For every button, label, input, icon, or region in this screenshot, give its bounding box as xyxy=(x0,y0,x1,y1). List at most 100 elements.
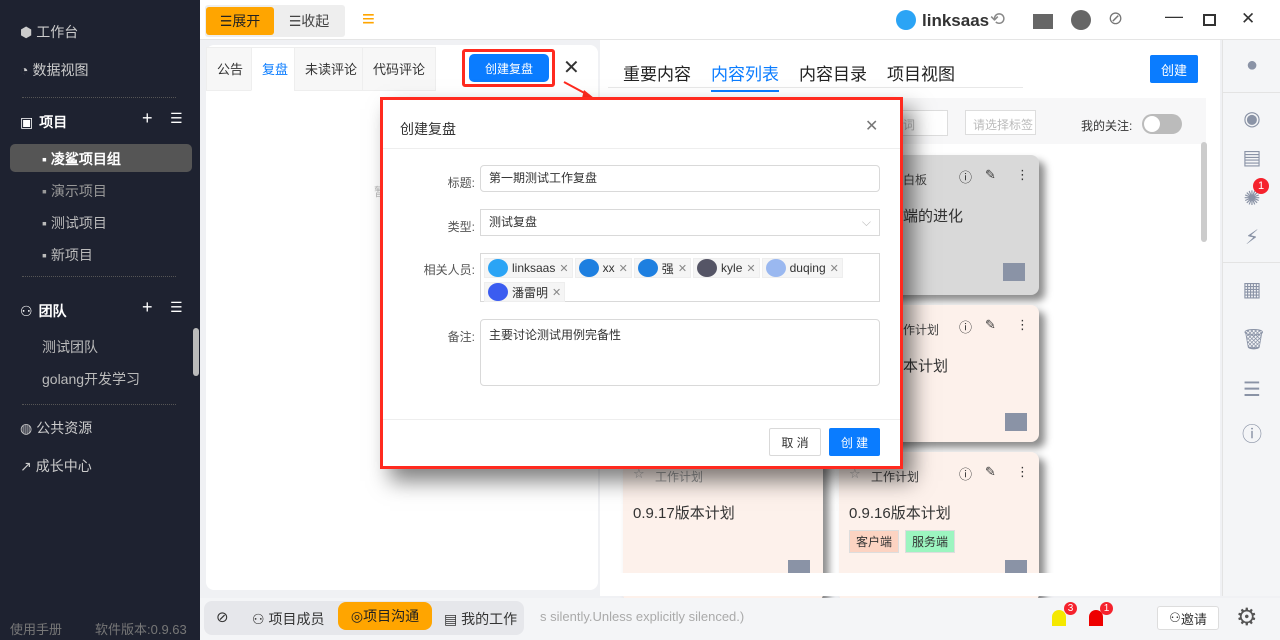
note-textarea[interactable]: 主要讨论测试用例完备性 xyxy=(480,319,880,386)
bug-badge: 1 xyxy=(1253,178,1269,194)
board-icon: ▣ xyxy=(20,113,34,130)
label: 项目 xyxy=(39,114,68,130)
create-button[interactable]: 创建 xyxy=(1150,55,1198,83)
follow-toggle[interactable] xyxy=(1142,114,1182,134)
title-input[interactable]: 第一期测试工作复盘 xyxy=(480,165,880,192)
scrollbar[interactable] xyxy=(1201,142,1207,242)
logout-icon[interactable]: ⟲ xyxy=(990,9,1005,30)
list-icon[interactable]: ☰ xyxy=(170,110,183,127)
members-select[interactable]: linksaas ✕ xx ✕ 强 ✕ kyle ✕ duqing ✕ 潘雷明 ✕ xyxy=(480,253,880,302)
add-project-icon[interactable]: + xyxy=(142,108,153,129)
divider xyxy=(22,404,176,405)
member-chip: 潘雷明 ✕ xyxy=(484,282,566,302)
members-button[interactable]: ⚇ 项目成员 xyxy=(252,609,324,629)
info-icon[interactable]: ⓘ xyxy=(1241,418,1263,446)
user-status-icon[interactable] xyxy=(1071,10,1091,30)
label: 数据视图 xyxy=(32,62,89,78)
document-icon[interactable]: ▤ xyxy=(1241,145,1263,169)
edit-icon[interactable]: ✎ xyxy=(985,464,996,480)
remove-icon[interactable]: ✕ xyxy=(552,286,561,299)
more-icon[interactable]: ⋮ xyxy=(1016,317,1029,333)
maximize-icon[interactable] xyxy=(1203,14,1216,26)
team-item[interactable]: 测试团队 xyxy=(42,337,98,357)
label: 团队 xyxy=(38,303,67,319)
manual-link[interactable]: 使用手册 xyxy=(10,619,62,638)
add-team-icon[interactable]: + xyxy=(142,297,153,318)
remove-icon[interactable]: ✕ xyxy=(746,262,755,275)
brand-name: linksaas xyxy=(922,11,990,30)
alarm-yellow-icon[interactable] xyxy=(1052,610,1066,626)
divider xyxy=(22,276,176,277)
more-icon[interactable]: ⋮ xyxy=(1016,464,1029,480)
trash-icon[interactable]: 🗑 xyxy=(1241,327,1266,351)
close-panel-icon[interactable]: ✕ xyxy=(563,55,580,80)
create-review-dialog: 创建复盘 ✕ 标题: 第一期测试工作复盘 类型: 测试复盘 ⌵ 相关人员: lin… xyxy=(380,97,903,469)
settings-gear-icon[interactable]: ⚙ xyxy=(1236,603,1258,632)
sidebar-item-workbench[interactable]: ⬢ 工作台 xyxy=(20,22,78,42)
chat-button[interactable]: ◎ 项目沟通 xyxy=(338,602,432,630)
dialog-title: 创建复盘 xyxy=(400,121,456,137)
create-review-button[interactable]: 创建复盘 xyxy=(469,54,549,82)
minimize-icon[interactable]: — xyxy=(1165,6,1183,27)
linksaas-logo-icon xyxy=(896,10,916,30)
expand-button[interactable]: ☰ 展开 xyxy=(206,7,274,35)
lightbulb-icon[interactable]: ● xyxy=(1241,54,1263,76)
tag: 服务端 xyxy=(905,530,956,553)
bottom-bar: ⊘ ⚇ 项目成员 ◎ 项目沟通 ▤ 我的工作 s silently.Unless… xyxy=(200,598,1280,640)
menu-icon[interactable]: ≡ xyxy=(362,6,375,32)
block-icon[interactable]: ⊘ xyxy=(216,608,229,626)
invite-button[interactable]: ⚇ 邀请 xyxy=(1157,606,1219,630)
server-icon[interactable]: ☰ xyxy=(1241,377,1263,401)
list-icon[interactable]: ☰ xyxy=(170,299,183,316)
card-type: 工作计划 xyxy=(655,470,704,484)
edit-icon[interactable]: ✎ xyxy=(985,167,996,183)
tab-important[interactable]: 重要内容 xyxy=(623,60,691,85)
follow-label: 我的关注: xyxy=(1081,119,1133,133)
sidebar-item-dataview[interactable]: ◔ 数据视图 xyxy=(20,60,88,80)
schedule-doc-icon[interactable]: ▦ xyxy=(1241,277,1263,301)
team-item[interactable]: golang开发学习 xyxy=(42,369,140,389)
submit-button[interactable]: 创 建 xyxy=(829,428,880,456)
collapse-button[interactable]: ☰ 收起 xyxy=(276,7,342,35)
tab-content-dir[interactable]: 内容目录 xyxy=(799,60,867,85)
remove-icon[interactable]: ✕ xyxy=(559,262,568,275)
eye-off-icon[interactable]: ⊘ xyxy=(1108,8,1123,29)
close-window-icon[interactable]: ✕ xyxy=(1241,9,1255,29)
tab-announcement[interactable]: 公告 xyxy=(206,47,255,91)
project-item[interactable]: ▪ 演示项目 xyxy=(42,181,107,201)
sidebar-item-public[interactable]: ◍ 公共资源 xyxy=(20,418,92,438)
project-item[interactable]: ▪ 凌鲨项目组 xyxy=(42,149,121,169)
tab-project-view[interactable]: 项目视图 xyxy=(887,60,955,85)
project-item[interactable]: ▪ 测试项目 xyxy=(42,213,107,233)
dialog-close-icon[interactable]: ✕ xyxy=(865,116,878,136)
remove-icon[interactable]: ✕ xyxy=(678,262,687,275)
tab-review[interactable]: 复盘 xyxy=(251,47,300,91)
card-title: 0.9.16版本计划 xyxy=(849,505,951,522)
member-chip: xx ✕ xyxy=(574,258,632,278)
version-text: 软件版本:0.9.63 xyxy=(95,622,187,637)
project-item[interactable]: ▪ 新项目 xyxy=(42,245,93,265)
info-icon[interactable]: ⓘ xyxy=(959,317,972,336)
scrollbar[interactable] xyxy=(193,328,199,376)
my-work-button[interactable]: ▤ 我的工作 xyxy=(444,609,517,629)
cancel-button[interactable]: 取 消 xyxy=(769,428,821,456)
remove-icon[interactable]: ✕ xyxy=(619,262,628,275)
mail-icon[interactable] xyxy=(1033,14,1053,29)
team-icon: ⚇ xyxy=(20,302,33,319)
lightning-icon[interactable]: ⚡ xyxy=(1241,225,1263,249)
type-select[interactable]: 测试复盘 ⌵ xyxy=(480,209,880,236)
location-icon[interactable]: ◉ xyxy=(1241,106,1263,130)
remove-icon[interactable]: ✕ xyxy=(830,262,839,275)
tab-code-comments[interactable]: 代码评论 xyxy=(362,47,437,91)
info-icon[interactable]: ⓘ xyxy=(959,167,972,186)
tab-unread-comments[interactable]: 未读评论 xyxy=(294,47,369,91)
edit-icon[interactable]: ✎ xyxy=(985,317,996,333)
projects-header: ▣ 项目 xyxy=(20,112,67,132)
info-icon[interactable]: ⓘ xyxy=(959,464,972,483)
marquee-text: s silently.Unless explicitly silenced.) xyxy=(540,609,745,624)
chevron-down-icon: ⌵ xyxy=(861,215,871,229)
avatar xyxy=(488,283,508,301)
tag-select[interactable]: 请选择标签 xyxy=(965,110,1036,135)
more-icon[interactable]: ⋮ xyxy=(1016,167,1029,183)
sidebar-item-growth[interactable]: ↗ 成长中心 xyxy=(20,456,92,476)
